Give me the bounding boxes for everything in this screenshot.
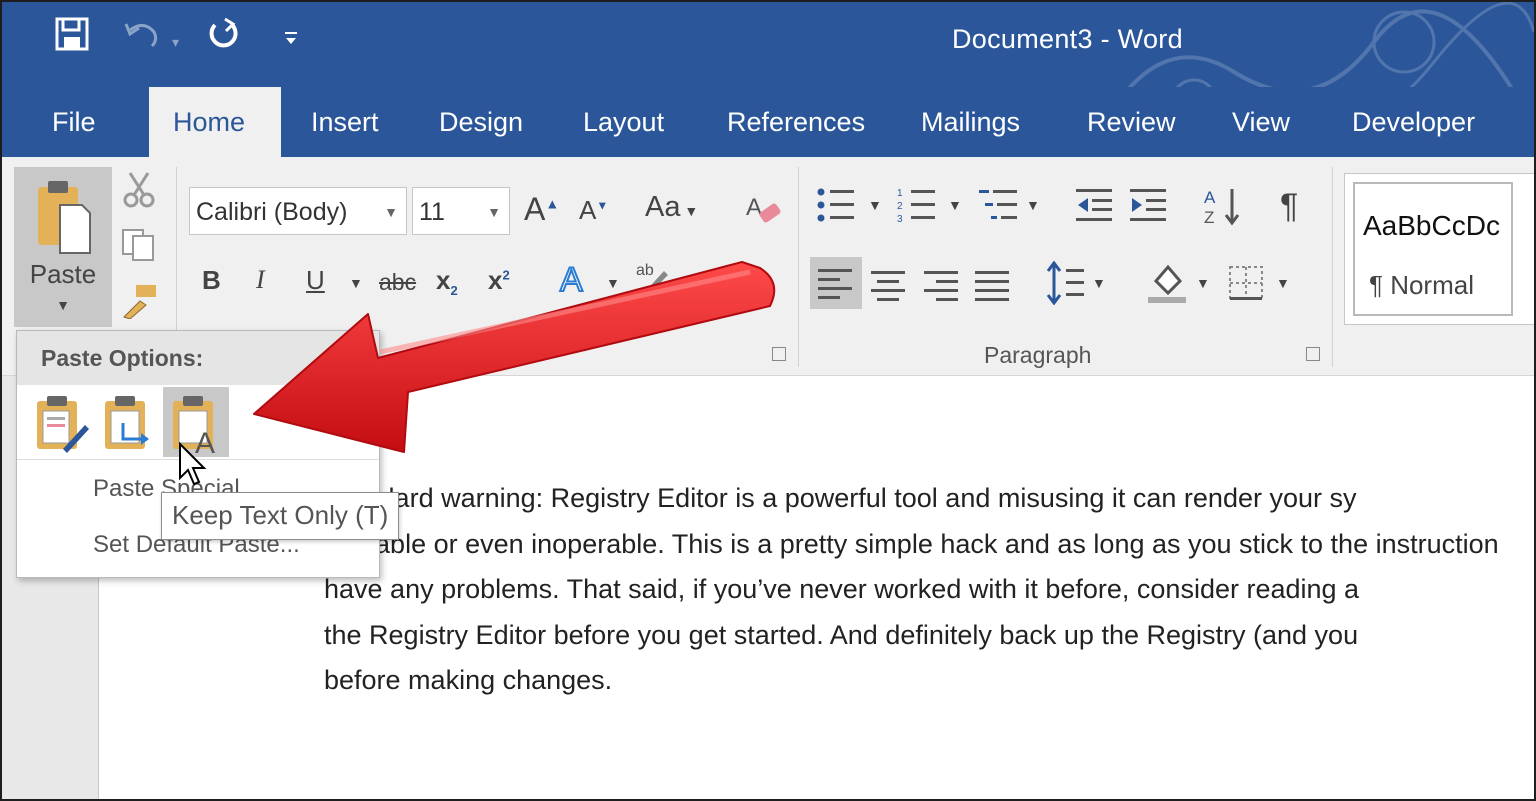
document-line: Standard warning: Registry Editor is a p…: [324, 483, 1357, 513]
mouse-cursor-icon: [179, 442, 207, 486]
customize-qat-icon[interactable]: [283, 16, 299, 68]
numbering-icon[interactable]: 1 2 3: [897, 185, 937, 232]
font-size-dropdown-icon[interactable]: ▼: [487, 188, 501, 236]
font-name-dropdown-icon[interactable]: ▼: [384, 188, 398, 236]
styles-gallery: AaBbCcDc ¶ Normal: [1344, 173, 1534, 325]
shading-dropdown-icon[interactable]: ▼: [1196, 275, 1210, 291]
multilevel-list-icon[interactable]: [977, 185, 1021, 232]
tab-layout[interactable]: Layout: [559, 87, 688, 157]
line-spacing-icon[interactable]: [1046, 260, 1086, 312]
subscript-button[interactable]: x2: [436, 265, 458, 298]
svg-text:A: A: [1204, 188, 1216, 207]
keep-source-formatting-icon: [37, 396, 89, 453]
tab-insert[interactable]: Insert: [287, 87, 403, 157]
paste-options-title: Paste Options:: [41, 345, 204, 371]
group-divider: [1332, 167, 1333, 367]
font-name-box[interactable]: Calibri (Body) ▼: [189, 187, 407, 235]
borders-dropdown-icon[interactable]: ▼: [1276, 275, 1290, 291]
document-line: unstable or even inoperable. This is a p…: [324, 528, 1499, 559]
svg-text:A: A: [746, 194, 762, 221]
paste-label: Paste: [29, 259, 97, 289]
align-left-icon: [818, 269, 852, 299]
font-size-value: 11: [419, 198, 445, 226]
tab-developer[interactable]: Developer: [1328, 87, 1499, 157]
align-left-button[interactable]: [810, 257, 862, 309]
tab-home[interactable]: Home: [149, 87, 281, 157]
undo-icon[interactable]: [122, 16, 162, 69]
ribbon-tabs: File Home Insert Design Layout Reference…: [2, 87, 1534, 157]
tab-file[interactable]: File: [28, 87, 120, 157]
style-preview-text: AaBbCcDc: [1363, 210, 1500, 241]
shading-icon[interactable]: [1146, 261, 1190, 312]
cut-icon[interactable]: [122, 169, 156, 216]
multilevel-dropdown-icon[interactable]: ▼: [1026, 197, 1040, 213]
borders-icon[interactable]: [1228, 265, 1264, 308]
document-line: the Registry Editor before you get start…: [324, 619, 1359, 650]
underline-button[interactable]: U: [306, 265, 325, 296]
bullets-icon[interactable]: [816, 185, 856, 232]
text-effects-dropdown-icon[interactable]: ▼: [606, 275, 620, 291]
svg-text:Z: Z: [1204, 208, 1214, 227]
show-formatting-marks-icon[interactable]: ¶: [1280, 187, 1298, 226]
change-case-button[interactable]: Aa ▼: [645, 191, 698, 224]
paragraph-group-label: Paragraph: [984, 342, 1092, 368]
font-name-value: Calibri (Body): [196, 198, 348, 226]
svg-text:2: 2: [897, 201, 903, 212]
increase-indent-icon[interactable]: [1128, 187, 1168, 230]
document-body[interactable]: Standard warning: Registry Editor is a p…: [324, 476, 1534, 704]
justify-icon[interactable]: [974, 269, 1010, 308]
line-spacing-dropdown-icon[interactable]: ▼: [1092, 275, 1106, 291]
format-painter-icon[interactable]: [120, 283, 160, 326]
paste-options-header: Paste Options:: [17, 331, 379, 385]
bullets-dropdown-icon[interactable]: ▼: [868, 197, 882, 213]
merge-formatting-button[interactable]: [95, 387, 161, 457]
bold-button[interactable]: B: [202, 265, 221, 296]
svg-text:1: 1: [897, 188, 903, 199]
font-size-box[interactable]: 11 ▼: [412, 187, 510, 235]
italic-button[interactable]: I: [256, 265, 265, 295]
numbering-dropdown-icon[interactable]: ▼: [948, 197, 962, 213]
font-dialog-launcher-icon[interactable]: [772, 347, 786, 361]
superscript-label: x: [488, 265, 503, 295]
highlight-icon[interactable]: ab: [634, 259, 674, 306]
tab-view[interactable]: View: [1208, 87, 1314, 157]
strikethrough-button[interactable]: abc: [379, 269, 416, 296]
title-bar: ▾ Document3 - Word: [2, 2, 1534, 153]
repeat-icon[interactable]: [205, 16, 241, 69]
decrease-indent-icon[interactable]: [1074, 187, 1114, 230]
align-center-icon[interactable]: [870, 269, 906, 308]
shrink-font-icon[interactable]: A▼: [579, 195, 608, 226]
align-right-icon[interactable]: [922, 269, 958, 308]
clear-formatting-icon[interactable]: A: [746, 191, 782, 238]
tab-design[interactable]: Design: [415, 87, 547, 157]
save-icon[interactable]: [54, 16, 90, 69]
style-normal[interactable]: AaBbCcDc ¶ Normal: [1353, 182, 1513, 316]
superscript-button[interactable]: x2: [488, 265, 510, 296]
keep-text-only-tooltip: Keep Text Only (T): [161, 492, 400, 540]
tab-review[interactable]: Review: [1063, 87, 1200, 157]
undo-dropdown-icon[interactable]: ▾: [172, 16, 179, 68]
word-window: ▾ Document3 - Word File Home Insert Desi…: [0, 0, 1536, 801]
copy-icon[interactable]: [120, 227, 158, 270]
svg-text:ab: ab: [636, 262, 654, 279]
text-effects-icon[interactable]: A: [559, 260, 584, 300]
group-divider: [798, 167, 799, 367]
document-line: before making changes.: [324, 665, 613, 695]
style-normal-label: ¶ Normal: [1369, 270, 1474, 300]
paste-button[interactable]: Paste ▼: [14, 167, 112, 327]
merge-formatting-icon: [105, 396, 149, 449]
tab-mailings[interactable]: Mailings: [897, 87, 1044, 157]
keep-source-formatting-button[interactable]: [27, 387, 93, 457]
sort-icon[interactable]: AZ: [1204, 185, 1242, 234]
document-line: have any problems. That said, if you’ve …: [324, 574, 1360, 604]
svg-text:3: 3: [897, 214, 903, 225]
paragraph-dialog-launcher-icon[interactable]: [1306, 347, 1320, 361]
subscript-label: x: [436, 265, 451, 295]
tab-references[interactable]: References: [703, 87, 889, 157]
underline-dropdown-icon[interactable]: ▼: [349, 275, 363, 291]
paste-dropdown-icon: ▼: [56, 297, 70, 313]
grow-font-icon[interactable]: A▲: [524, 191, 559, 228]
change-case-label: Aa: [645, 191, 681, 223]
paste-icon: [38, 181, 91, 254]
